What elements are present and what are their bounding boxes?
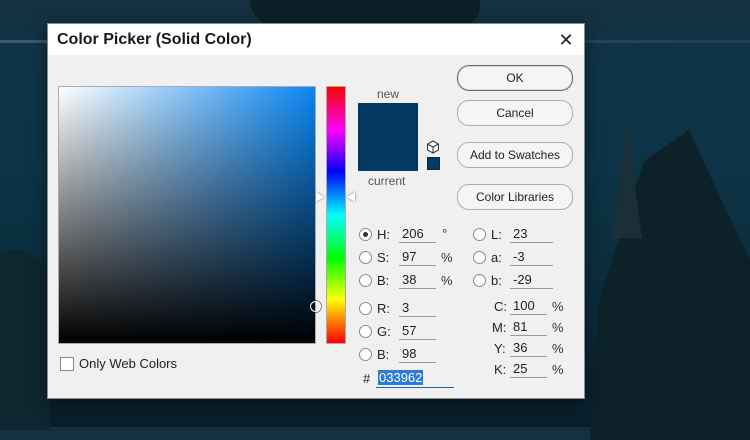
a-field[interactable]: -3	[510, 248, 553, 266]
lab-b-field[interactable]: -29	[510, 271, 553, 289]
s-label: S:	[377, 250, 390, 265]
m-label: M:	[492, 320, 507, 335]
k-unit: %	[552, 362, 564, 377]
y-unit: %	[552, 341, 564, 356]
r-label: R:	[377, 301, 390, 316]
l-field[interactable]: 23	[510, 225, 553, 243]
background-spire	[612, 118, 642, 238]
add-to-swatches-button[interactable]: Add to Swatches	[457, 142, 573, 168]
only-web-colors-checkbox[interactable]	[60, 357, 74, 371]
blue-radio[interactable]	[359, 348, 372, 361]
background-rock-left	[0, 250, 50, 430]
l-label: L:	[491, 227, 502, 242]
s-radio[interactable]	[359, 251, 372, 264]
c-unit: %	[552, 299, 564, 314]
color-libraries-button[interactable]: Color Libraries	[457, 184, 573, 210]
ok-button[interactable]: OK	[457, 65, 573, 91]
s-field[interactable]: 97	[399, 248, 436, 266]
m-field[interactable]: 81	[510, 318, 547, 336]
g-radio[interactable]	[359, 325, 372, 338]
y-field[interactable]: 36	[510, 339, 547, 357]
h-field[interactable]: 206	[399, 225, 436, 243]
cube-icon[interactable]	[426, 140, 440, 154]
hex-hash-label: #	[363, 371, 371, 386]
r-radio[interactable]	[359, 302, 372, 315]
web-safe-color-swatch[interactable]	[427, 157, 440, 170]
hue-slider[interactable]	[326, 86, 346, 344]
c-field[interactable]: 100	[510, 297, 547, 315]
blue-field[interactable]: 98	[399, 345, 436, 363]
color-field-cursor[interactable]	[310, 301, 321, 312]
hue-slider-handle-left[interactable]	[316, 192, 324, 202]
title-bar: Color Picker (Solid Color) ✕	[48, 24, 584, 55]
hue-slider-handle-right[interactable]	[347, 192, 355, 202]
c-label: C:	[494, 299, 507, 314]
new-color-label: new	[377, 87, 400, 101]
close-icon: ✕	[558, 29, 574, 50]
color-field[interactable]	[58, 86, 321, 344]
h-label: H:	[377, 227, 390, 242]
brightness-radio[interactable]	[359, 274, 372, 287]
hex-input[interactable]: 033962	[376, 369, 454, 388]
only-web-colors-label[interactable]: Only Web Colors	[79, 356, 177, 371]
h-radio[interactable]	[359, 228, 372, 241]
lab-b-label: b:	[491, 273, 502, 288]
brightness-label: B:	[377, 273, 390, 288]
blue-label: B:	[377, 347, 390, 362]
color-picker-dialog: Color Picker (Solid Color) ✕ new current…	[47, 23, 585, 399]
l-radio[interactable]	[473, 228, 486, 241]
cancel-button[interactable]: Cancel	[457, 100, 573, 126]
current-color-swatch[interactable]	[358, 137, 418, 171]
g-field[interactable]: 57	[399, 322, 436, 340]
new-color-swatch	[358, 103, 418, 137]
lab-b-radio[interactable]	[473, 274, 486, 287]
k-label: K:	[494, 362, 507, 377]
close-button[interactable]: ✕	[554, 28, 578, 52]
current-color-label: current	[368, 174, 406, 188]
r-field[interactable]: 3	[399, 299, 436, 317]
brightness-unit: %	[441, 273, 453, 288]
background-rock	[590, 130, 750, 440]
m-unit: %	[552, 320, 564, 335]
brightness-field[interactable]: 38	[399, 271, 436, 289]
a-radio[interactable]	[473, 251, 486, 264]
g-label: G:	[377, 324, 391, 339]
y-label: Y:	[494, 341, 506, 356]
hex-value-selected: 033962	[378, 370, 424, 385]
h-unit: °	[442, 226, 448, 241]
s-unit: %	[441, 250, 453, 265]
dialog-title: Color Picker (Solid Color)	[57, 31, 252, 48]
a-label: a:	[491, 250, 502, 265]
k-field[interactable]: 25	[510, 360, 547, 378]
